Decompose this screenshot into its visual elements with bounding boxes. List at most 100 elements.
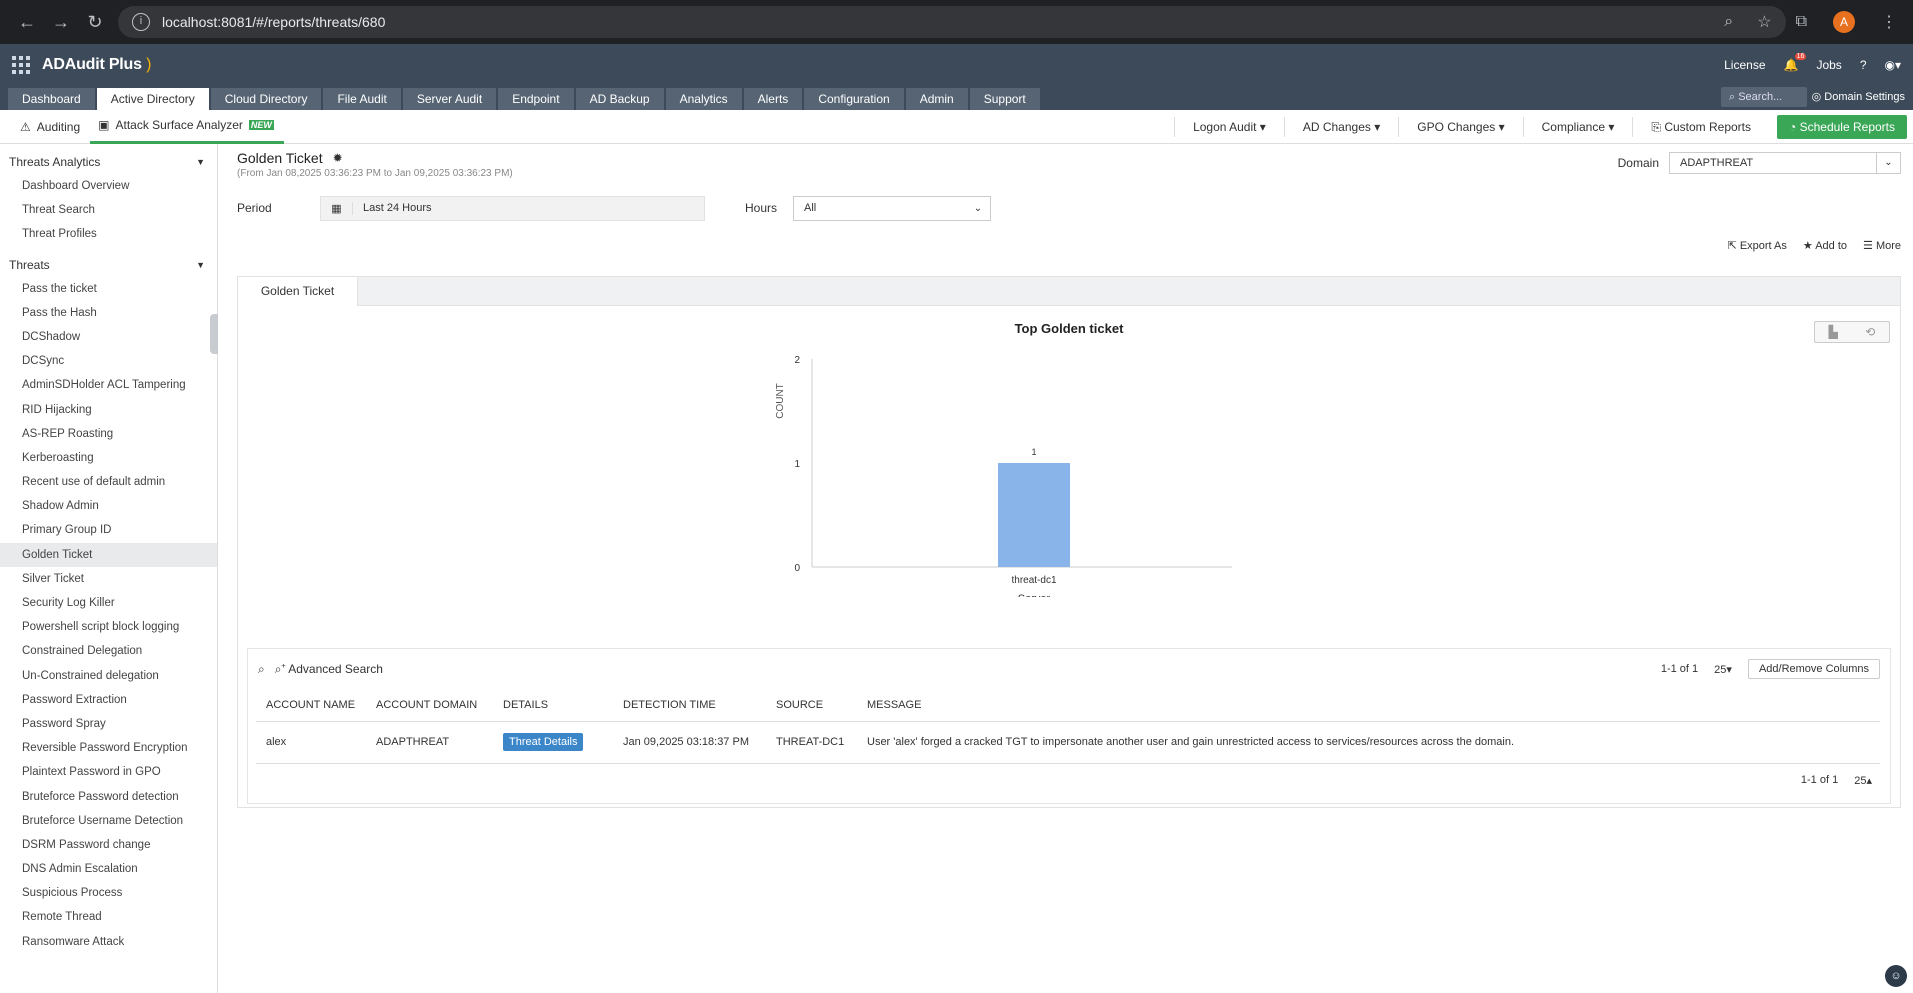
tab-analytics[interactable]: Analytics: [665, 88, 742, 110]
sidebar-collapse-handle[interactable]: [210, 314, 218, 354]
line-chart-icon[interactable]: ⟲: [1865, 325, 1875, 339]
sidebar-item-kerberoasting[interactable]: Kerberoasting: [0, 446, 217, 470]
sidebar-item-dcshadow[interactable]: DCShadow: [0, 325, 217, 349]
tab-cloud-directory[interactable]: Cloud Directory: [210, 88, 322, 110]
chevron-down-icon: ⌄: [1876, 153, 1900, 173]
period-picker[interactable]: ▦ Last 24 Hours: [320, 195, 705, 221]
search-icon[interactable]: ⌕: [258, 662, 265, 677]
domain-select[interactable]: ADAPTHREAT ⌄: [1669, 152, 1901, 174]
add-to-button[interactable]: ★ Add to: [1803, 239, 1847, 252]
bookmark-star-icon[interactable]: ☆: [1757, 12, 1771, 32]
sidebar-item-reversible-password-encryption[interactable]: Reversible Password Encryption: [0, 736, 217, 760]
extensions-icon[interactable]: ⧉: [1796, 13, 1807, 31]
sidebar-item-primary-group-id[interactable]: Primary Group ID: [0, 518, 217, 542]
sidebar-item-security-log-killer[interactable]: Security Log Killer: [0, 591, 217, 615]
tab-configuration[interactable]: Configuration: [804, 88, 904, 110]
sidebar-item-dcsync[interactable]: DCSync: [0, 349, 217, 373]
jobs-link[interactable]: Jobs: [1816, 58, 1841, 72]
add-remove-columns-button[interactable]: Add/Remove Columns: [1747, 659, 1880, 679]
chart-type-toggle[interactable]: ▙ ⟲: [1814, 321, 1890, 343]
cell-details: Threat Details: [493, 721, 613, 764]
menu-logon-audit[interactable]: Logon Audit ▾: [1174, 116, 1284, 137]
tab-alerts[interactable]: Alerts: [743, 88, 803, 110]
page-size-select[interactable]: 25▾: [1714, 663, 1732, 676]
column-header[interactable]: DETECTION TIME: [613, 689, 766, 722]
sidebar-item-constrained-delegation[interactable]: Constrained Delegation: [0, 639, 217, 663]
sidebar-item-dns-admin-escalation[interactable]: DNS Admin Escalation: [0, 857, 217, 881]
menu-compliance[interactable]: Compliance ▾: [1522, 116, 1633, 137]
reload-icon[interactable]: ↻: [78, 12, 112, 33]
column-header[interactable]: ACCOUNT NAME: [256, 689, 366, 722]
sidebar-item-threat-search[interactable]: Threat Search: [0, 198, 217, 222]
sidebar-section-threats[interactable]: Threats ▼: [0, 253, 217, 277]
tab-dashboard[interactable]: Dashboard: [8, 88, 95, 110]
site-info-icon[interactable]: i: [132, 13, 150, 31]
help-icon[interactable]: ?: [1860, 58, 1867, 72]
sidebar-item-dashboard-overview[interactable]: Dashboard Overview: [0, 174, 217, 198]
sidebar-item-rid-hijacking[interactable]: RID Hijacking: [0, 398, 217, 422]
tab-ad-backup[interactable]: AD Backup: [575, 88, 664, 110]
user-menu-icon[interactable]: ◉▾: [1885, 58, 1902, 72]
menu-gpo-changes[interactable]: GPO Changes ▾: [1398, 116, 1522, 137]
column-header[interactable]: SOURCE: [766, 689, 857, 722]
sidebar-item-bruteforce-username-detection[interactable]: Bruteforce Username Detection: [0, 809, 217, 833]
global-search-input[interactable]: ⌕ Search...: [1721, 87, 1807, 107]
column-header[interactable]: ACCOUNT DOMAIN: [366, 689, 493, 722]
sidebar-section-threats-analytics[interactable]: Threats Analytics ▼: [0, 150, 217, 174]
product-logo[interactable]: ADAudit Plus ): [42, 56, 151, 74]
attack-surface-tab[interactable]: ▣ Attack Surface Analyzer NEW: [90, 110, 284, 144]
sidebar-item-bruteforce-password-detection[interactable]: Bruteforce Password detection: [0, 785, 217, 809]
threat-details-button[interactable]: Threat Details: [503, 733, 584, 751]
zoom-icon[interactable]: ⌕: [1724, 13, 1733, 31]
page-size-select-bottom[interactable]: 25▴: [1854, 774, 1872, 787]
sidebar-item-powershell-script-block-logging[interactable]: Powershell script block logging: [0, 615, 217, 639]
export-as-button[interactable]: ⇱ Export As: [1728, 239, 1787, 252]
sidebar-item-ransomware-attack[interactable]: Ransomware Attack: [0, 930, 217, 954]
tab-golden-ticket[interactable]: Golden Ticket: [238, 277, 358, 306]
sidebar-item-as-rep-roasting[interactable]: AS-REP Roasting: [0, 422, 217, 446]
tab-server-audit[interactable]: Server Audit: [402, 88, 497, 110]
sidebar-item-dsrm-password-change[interactable]: DSRM Password change: [0, 833, 217, 857]
tab-active-directory[interactable]: Active Directory: [96, 88, 209, 110]
sidebar-item-pass-the-hash[interactable]: Pass the Hash: [0, 301, 217, 325]
sidebar-item-shadow-admin[interactable]: Shadow Admin: [0, 494, 217, 518]
tab-support[interactable]: Support: [969, 88, 1040, 110]
column-header[interactable]: DETAILS: [493, 689, 613, 722]
sidebar-item-un-constrained-delegation[interactable]: Un-Constrained delegation: [0, 664, 217, 688]
address-bar[interactable]: i localhost:8081/#/reports/threats/680 ⌕…: [118, 6, 1786, 38]
sidebar-item-suspicious-process[interactable]: Suspicious Process: [0, 881, 217, 905]
main-tabs: Dashboard Active Directory Cloud Directory…: [0, 86, 1913, 110]
forward-icon[interactable]: →: [44, 12, 78, 33]
sidebar-item-threat-profiles[interactable]: Threat Profiles: [0, 222, 217, 246]
notifications-bell-icon[interactable]: 🔔 16: [1784, 53, 1807, 72]
sidebar-item-password-extraction[interactable]: Password Extraction: [0, 688, 217, 712]
license-link[interactable]: License: [1724, 58, 1765, 72]
sidebar-item-silver-ticket[interactable]: Silver Ticket: [0, 567, 217, 591]
sidebar-item-plaintext-password-in-gpo[interactable]: Plaintext Password in GPO: [0, 760, 217, 784]
info-bulb-icon[interactable]: ✹: [333, 151, 343, 165]
schedule-reports-button[interactable]: ◔ Schedule Reports: [1777, 114, 1907, 139]
sidebar-item-recent-use-of-default-admin[interactable]: Recent use of default admin: [0, 470, 217, 494]
sidebar-item-remote-thread[interactable]: Remote Thread: [0, 905, 217, 929]
back-icon[interactable]: ←: [10, 12, 44, 33]
sidebar-item-password-spray[interactable]: Password Spray: [0, 712, 217, 736]
tab-file-audit[interactable]: File Audit: [323, 88, 401, 110]
auditing-tab[interactable]: ⚠ Auditing: [0, 110, 90, 144]
profile-avatar[interactable]: A: [1833, 11, 1855, 33]
hours-select[interactable]: All ⌄: [793, 195, 991, 221]
column-header[interactable]: MESSAGE: [857, 689, 1880, 722]
chat-assistant-icon[interactable]: ☺: [1885, 965, 1907, 987]
apps-grid-icon[interactable]: [12, 56, 30, 74]
menu-ad-changes[interactable]: AD Changes ▾: [1283, 116, 1398, 137]
tab-endpoint[interactable]: Endpoint: [498, 88, 574, 110]
sidebar-item-golden-ticket[interactable]: Golden Ticket: [0, 542, 217, 567]
advanced-search-link[interactable]: ⌕⁺ Advanced Search: [275, 662, 383, 677]
custom-reports-link[interactable]: ⎘ Custom Reports: [1632, 116, 1769, 137]
sidebar-item-pass-the-ticket[interactable]: Pass the ticket: [0, 277, 217, 301]
browser-menu-icon[interactable]: ⋮: [1881, 12, 1897, 32]
more-button[interactable]: ☰ More: [1863, 239, 1901, 252]
bar-chart-icon[interactable]: ▙: [1829, 325, 1838, 339]
sidebar-item-adminsdholder-acl-tampering[interactable]: AdminSDHolder ACL Tampering: [0, 373, 217, 397]
tab-admin[interactable]: Admin: [905, 88, 968, 110]
domain-settings-link[interactable]: ◎ Domain Settings: [1812, 87, 1905, 107]
